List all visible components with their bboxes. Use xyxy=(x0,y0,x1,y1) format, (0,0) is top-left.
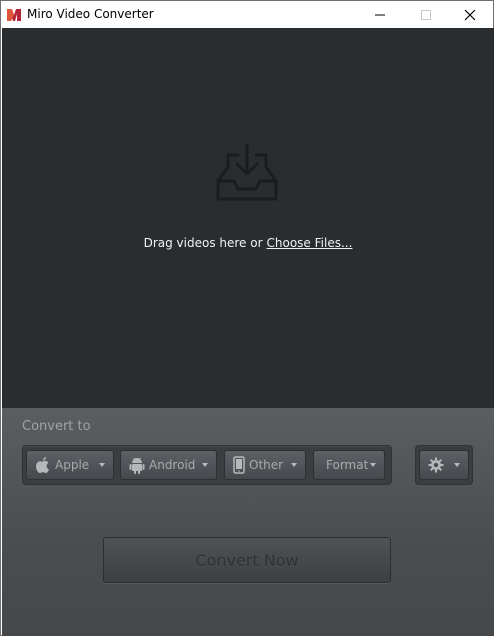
other-label: Other xyxy=(249,458,284,472)
video-drop-zone[interactable]: Drag videos here or Choose Files... xyxy=(2,28,494,408)
maximize-icon xyxy=(421,9,431,20)
chevron-down-icon xyxy=(99,463,105,467)
apple-dropdown-button[interactable]: Apple xyxy=(26,450,114,480)
drop-prompt: Drag videos here or Choose Files... xyxy=(2,236,494,250)
android-icon xyxy=(129,457,145,474)
title-bar[interactable]: Miro Video Converter xyxy=(1,1,493,28)
convert-now-button[interactable]: Convert Now xyxy=(103,537,391,583)
other-dropdown-button[interactable]: Other xyxy=(224,450,306,480)
minimize-icon xyxy=(375,14,385,15)
miro-logo-icon xyxy=(7,9,21,21)
format-dropdown-button[interactable]: Format xyxy=(313,450,385,480)
format-label: Format xyxy=(326,458,369,472)
target-device-group: Apple Android Other Format xyxy=(22,445,392,485)
app-window: Miro Video Converter Drag videos here or… xyxy=(0,0,494,636)
chevron-down-icon xyxy=(454,463,460,467)
convert-to-label: Convert to xyxy=(22,419,91,434)
chevron-down-icon xyxy=(370,463,376,467)
phone-icon xyxy=(233,456,245,474)
drop-prompt-text: Drag videos here or xyxy=(143,236,263,250)
maximize-button[interactable] xyxy=(403,1,449,28)
android-dropdown-button[interactable]: Android xyxy=(120,450,217,480)
window-title: Miro Video Converter xyxy=(27,7,154,21)
settings-group xyxy=(415,445,473,485)
close-button[interactable] xyxy=(447,1,493,28)
android-label: Android xyxy=(149,458,196,472)
settings-dropdown-button[interactable] xyxy=(419,450,469,480)
gear-icon xyxy=(428,457,444,473)
minimize-button[interactable] xyxy=(357,1,403,28)
close-icon xyxy=(464,9,476,20)
chevron-down-icon xyxy=(291,463,297,467)
apple-label: Apple xyxy=(55,458,90,472)
convert-panel: Convert to Apple Android Other Format Co… xyxy=(2,408,494,636)
apple-icon xyxy=(36,457,49,473)
download-tray-icon xyxy=(216,143,278,201)
choose-files-link[interactable]: Choose Files... xyxy=(267,236,353,250)
chevron-down-icon xyxy=(202,463,208,467)
